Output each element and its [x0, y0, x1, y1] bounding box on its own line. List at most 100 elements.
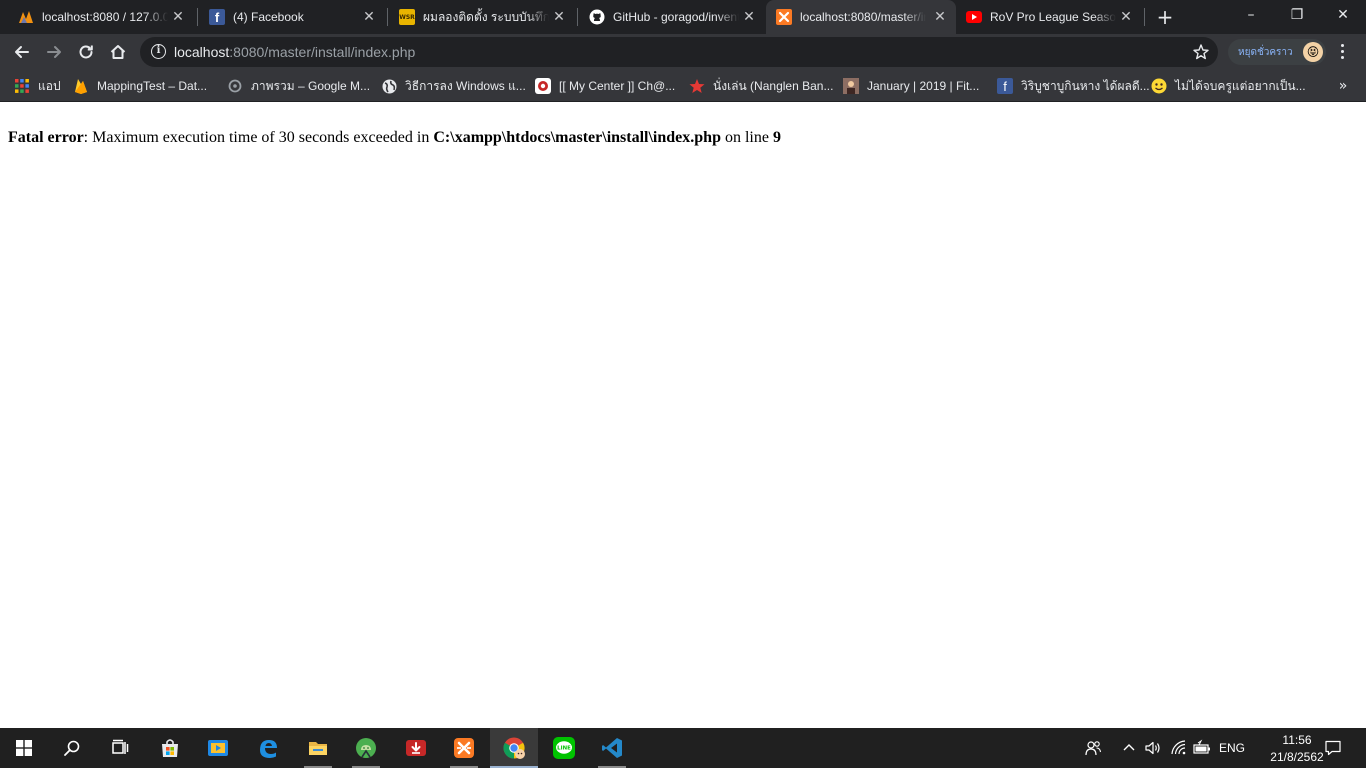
action-center-icon[interactable] — [1322, 739, 1344, 757]
error-message: : Maximum execution time of 30 seconds e… — [83, 129, 434, 146]
close-tab-icon[interactable]: ✕ — [1118, 9, 1134, 25]
bookmark-my-center[interactable]: [[ My Center ]] Ch@... — [535, 76, 675, 96]
browser-toolbar: i localhost:8080/master/install/index.ph… — [0, 34, 1366, 70]
bookmark-nanglen[interactable]: นั่งเล่น (Nanglen Ban... — [689, 76, 833, 96]
bookmark-apps[interactable]: แอป — [14, 76, 61, 96]
close-tab-icon[interactable]: ✕ — [551, 9, 567, 25]
taskbar-edge[interactable] — [244, 728, 292, 768]
facebook-icon: f — [209, 9, 225, 25]
bookmark-mappingtest[interactable]: MappingTest – Dat... — [73, 76, 207, 96]
home-button[interactable] — [104, 38, 132, 66]
task-view-button[interactable] — [96, 728, 144, 768]
avatar: 😝 — [1303, 42, 1323, 62]
taskbar-downloader[interactable] — [392, 728, 440, 768]
home-icon — [110, 45, 126, 59]
page-content: Fatal error: Maximum execution time of 3… — [0, 103, 1366, 728]
google-maps-platform-icon — [227, 78, 243, 94]
chrome-icon — [503, 737, 525, 759]
tab-strip: localhost:8080 / 127.0.0.1 ✕ f (4) Faceb… — [0, 0, 1366, 34]
tab-title: ผมลองติดตั้ง ระบบบันทึกข้อมูล — [423, 9, 549, 24]
close-tab-icon[interactable]: ✕ — [361, 9, 377, 25]
task-view-icon — [112, 739, 129, 754]
tab-separator — [387, 8, 388, 26]
address-bar[interactable]: i localhost:8080/master/install/index.ph… — [140, 37, 1218, 67]
forward-arrow-icon — [47, 46, 61, 58]
bookmark-facebook-post[interactable]: f วิริบูชาบูกินหาง ได้ผลดี... — [997, 76, 1150, 96]
bookmark-google-maps[interactable]: ภาพรวม – Google M... — [227, 76, 370, 96]
forward-button[interactable] — [40, 38, 68, 66]
reload-button[interactable] — [72, 38, 100, 66]
volume-icon[interactable] — [1143, 739, 1163, 757]
new-tab-button[interactable]: + — [1154, 6, 1176, 28]
start-button[interactable] — [0, 728, 48, 768]
back-button[interactable] — [8, 38, 36, 66]
taskbar-line[interactable]: LINE — [540, 728, 588, 768]
tab-localhost-master[interactable]: localhost:8080/master/install ✕ — [766, 0, 956, 34]
back-arrow-icon — [15, 46, 29, 58]
edge-icon — [260, 740, 277, 758]
clock-time[interactable]: 11:56 — [1266, 733, 1328, 747]
taskbar-file-explorer[interactable] — [294, 728, 342, 768]
error-on-line: on line — [720, 129, 773, 146]
taskbar-android-studio[interactable] — [342, 728, 390, 768]
bookmark-label: นั่งเล่น (Nanglen Ban... — [713, 78, 834, 93]
close-tab-icon[interactable]: ✕ — [741, 9, 757, 25]
downloader-icon — [406, 740, 426, 756]
bookmark-label: January | 2019 | Fit... — [867, 79, 980, 93]
taskbar-xampp[interactable] — [440, 728, 488, 768]
error-file: C:\xampp\htdocs\master\install\index.php — [433, 129, 721, 146]
restore-button[interactable]: ❐ — [1274, 0, 1320, 30]
windows-start-icon — [16, 740, 32, 756]
browser-menu-button[interactable] — [1336, 42, 1348, 62]
error-line-number: 9 — [772, 129, 781, 146]
input-language-indicator[interactable]: ENG — [1219, 741, 1245, 755]
close-tab-icon[interactable]: ✕ — [170, 9, 186, 25]
firebase-icon — [73, 78, 89, 94]
show-hidden-icons-chevron-icon[interactable] — [1121, 739, 1137, 757]
more-bookmarks-chevron-icon[interactable]: » — [1334, 76, 1352, 96]
php-error-message: Fatal error: Maximum execution time of 3… — [8, 129, 781, 147]
minimize-button[interactable]: – — [1228, 0, 1274, 30]
site-info-icon[interactable]: i — [151, 44, 166, 59]
bookmark-label: [[ My Center ]] Ch@... — [559, 79, 676, 93]
vscode-icon — [602, 738, 622, 758]
search-button[interactable] — [48, 728, 96, 768]
taskbar-chrome[interactable] — [490, 728, 538, 768]
close-window-button[interactable]: ✕ — [1320, 0, 1366, 30]
globe-icon — [381, 78, 397, 94]
windows-taskbar: LINE ENG 11:56 21/8/2562 — [0, 728, 1366, 768]
clock-date[interactable]: 21/8/2562 — [1266, 750, 1328, 764]
tab-phpmyadmin[interactable]: localhost:8080 / 127.0.0.1 ✕ — [8, 0, 194, 34]
tab-title: localhost:8080 / 127.0.0.1 — [42, 10, 168, 24]
error-type: Fatal error — [8, 129, 84, 146]
phpmyadmin-icon — [18, 9, 34, 25]
line-icon: LINE — [553, 737, 575, 759]
tab-separator — [577, 8, 578, 26]
taskbar-microsoft-store[interactable] — [146, 728, 194, 768]
tab-facebook[interactable]: f (4) Facebook ✕ — [199, 0, 385, 34]
close-icon: ✕ — [1337, 7, 1349, 23]
battery-icon[interactable] — [1192, 739, 1212, 757]
search-icon — [64, 740, 80, 756]
apps-grid-icon — [14, 78, 30, 94]
bookmark-january-2019[interactable]: January | 2019 | Fit... — [843, 76, 979, 96]
xampp-icon — [776, 9, 792, 25]
reload-icon — [79, 45, 93, 59]
tab-title: localhost:8080/master/install — [800, 10, 926, 24]
people-icon[interactable] — [1082, 739, 1104, 757]
wifi-icon[interactable] — [1169, 739, 1189, 757]
media-player-icon — [208, 740, 228, 756]
profile-button[interactable]: หยุดชั่วคราว 😝 — [1228, 39, 1326, 65]
tab-separator — [1144, 8, 1145, 26]
close-tab-icon[interactable]: ✕ — [932, 9, 948, 25]
taskbar-vscode[interactable] — [588, 728, 636, 768]
taskbar-media-player[interactable] — [194, 728, 242, 768]
github-icon — [589, 9, 605, 25]
address-url[interactable]: localhost:8080/master/install/index.php — [174, 44, 415, 60]
bookmark-windows-install[interactable]: วิธีการลง Windows แ... — [381, 76, 526, 96]
bookmark-star-icon[interactable] — [1192, 43, 1210, 61]
tab-github[interactable]: GitHub - goragod/inventory ✕ — [579, 0, 765, 34]
tab-wsr[interactable]: WSR ผมลองติดตั้ง ระบบบันทึกข้อมูล ✕ — [389, 0, 575, 34]
tab-youtube[interactable]: RoV Pro League Season ✕ — [956, 0, 1142, 34]
bookmark-teacher[interactable]: ไม่ได้จบครูแต่อยากเป็น... — [1151, 76, 1306, 96]
